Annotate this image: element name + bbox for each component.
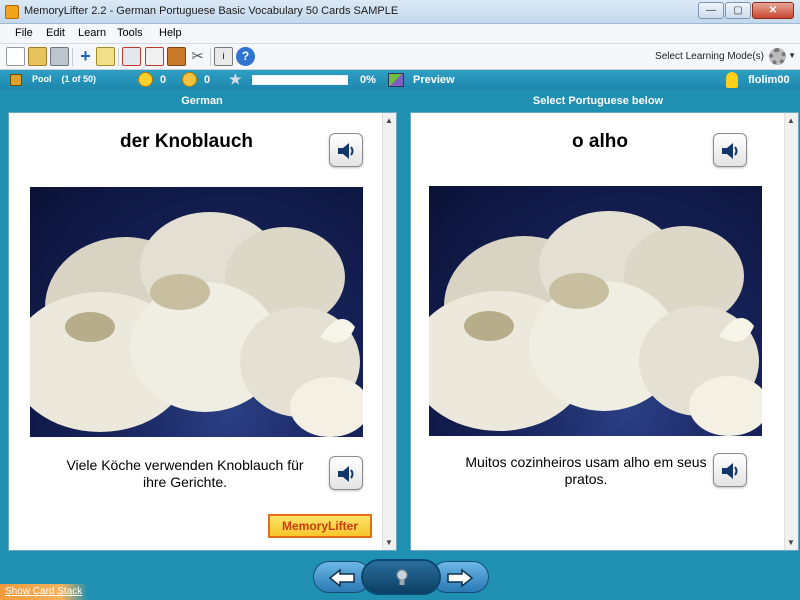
play-answer-audio-button[interactable] <box>713 133 747 167</box>
pool-icon <box>10 74 22 86</box>
hint-button[interactable] <box>361 559 441 595</box>
answer-example-sentence: Muitos cozinheiros usam alho em seus pra… <box>465 454 707 487</box>
correct-smiley-icon <box>138 72 153 87</box>
slideshow-icon[interactable] <box>122 47 141 66</box>
add-card-icon[interactable]: + <box>76 47 95 66</box>
open-folder-icon[interactable] <box>28 47 47 66</box>
play-word-audio-button[interactable] <box>329 133 363 167</box>
learning-mode-label[interactable]: Select Learning Mode(s) <box>655 51 764 62</box>
show-card-stack-tab[interactable]: Show Card Stack <box>0 584 88 600</box>
toolbar-divider <box>118 48 119 66</box>
answer-word: o alho <box>572 131 628 152</box>
menu-tools[interactable]: Tools <box>117 27 143 39</box>
minimize-button[interactable]: — <box>698 2 724 19</box>
scroll-up-icon[interactable]: ▲ <box>787 116 795 125</box>
new-file-icon[interactable] <box>6 47 25 66</box>
title-bar: MemoryLifter 2.2 - German Portuguese Bas… <box>0 0 800 24</box>
dictionary-icon[interactable] <box>167 47 186 66</box>
scroll-down-icon[interactable]: ▼ <box>385 538 393 547</box>
menu-help[interactable]: Help <box>159 27 182 39</box>
left-column-header: German <box>181 95 223 107</box>
show-card-stack-link[interactable]: Show Card Stack <box>5 586 82 597</box>
menu-edit[interactable]: Edit <box>46 27 65 39</box>
speaker-icon <box>722 143 738 159</box>
speaker-icon <box>722 463 738 479</box>
print-icon[interactable] <box>50 47 69 66</box>
menu-learn[interactable]: Learn <box>78 27 106 39</box>
preview-icon[interactable] <box>388 73 404 87</box>
toolbar-divider <box>210 48 211 66</box>
arrow-right-icon <box>447 568 474 588</box>
right-scrollbar[interactable]: ▲ ▼ <box>784 113 798 550</box>
maximize-button[interactable]: ▢ <box>725 2 751 19</box>
menu-file[interactable]: File <box>15 27 33 39</box>
garlic-image <box>30 187 363 437</box>
chevron-down-icon[interactable]: ▼ <box>788 51 796 60</box>
toolbar-divider <box>72 48 73 66</box>
progress-percent: 0% <box>360 74 376 86</box>
edit-icon[interactable] <box>96 47 115 66</box>
toolbar: + ✂ i ? Select Learning Mode(s) ▼ <box>0 44 800 70</box>
user-name: flolim00 <box>748 74 790 86</box>
correct-count: 0 <box>160 74 167 86</box>
scroll-up-icon[interactable]: ▲ <box>385 116 393 125</box>
left-scrollbar[interactable]: ▲ ▼ <box>382 113 396 550</box>
info-icon[interactable]: i <box>214 47 233 66</box>
progress-bar <box>252 75 348 85</box>
speaker-icon <box>338 466 354 482</box>
wrong-smiley-icon <box>182 72 197 87</box>
star-icon: ★ <box>229 71 242 87</box>
lightbulb-icon <box>396 569 408 585</box>
window-title: MemoryLifter 2.2 - German Portuguese Bas… <box>24 5 399 17</box>
memorylifter-logo: MemoryLifter <box>268 514 372 538</box>
question-example-sentence: Viele Köche verwenden Knoblauch für ihre… <box>66 457 304 490</box>
user-icon <box>726 72 738 88</box>
answer-card-panel: o alho Muitos cozinheiros usam alho em s… <box>410 112 799 551</box>
pool-label: Pool (1 of 50) <box>32 74 97 84</box>
play-answer-sentence-audio-button[interactable] <box>713 453 747 487</box>
speaker-icon <box>338 143 354 159</box>
wrong-count: 0 <box>204 74 211 86</box>
tools-icon[interactable]: ✂ <box>188 47 207 66</box>
garlic-image <box>429 186 762 436</box>
window-controls: — ▢ ✕ <box>698 2 794 19</box>
status-bar: Pool (1 of 50) 0 0 ★ 0% Preview flolim00 <box>0 70 800 90</box>
right-column-header: Select Portuguese below <box>532 95 664 107</box>
app-icon <box>5 5 19 19</box>
play-sentence-audio-button[interactable] <box>329 456 363 490</box>
help-icon[interactable]: ? <box>236 47 255 66</box>
scroll-down-icon[interactable]: ▼ <box>787 538 795 547</box>
question-card-panel: der Knoblauch Viele Köche verwenden Knob… <box>8 112 397 551</box>
preview-label[interactable]: Preview <box>413 74 455 86</box>
arrow-left-icon <box>328 568 355 588</box>
bottom-bar: Show Card Stack <box>0 551 800 600</box>
print-cards-icon[interactable] <box>145 47 164 66</box>
menu-bar: File Edit Learn Tools Help <box>0 24 800 44</box>
card-navigation <box>313 559 489 595</box>
gear-icon[interactable] <box>769 48 786 65</box>
close-button[interactable]: ✕ <box>752 2 794 19</box>
question-word: der Knoblauch <box>119 131 253 152</box>
